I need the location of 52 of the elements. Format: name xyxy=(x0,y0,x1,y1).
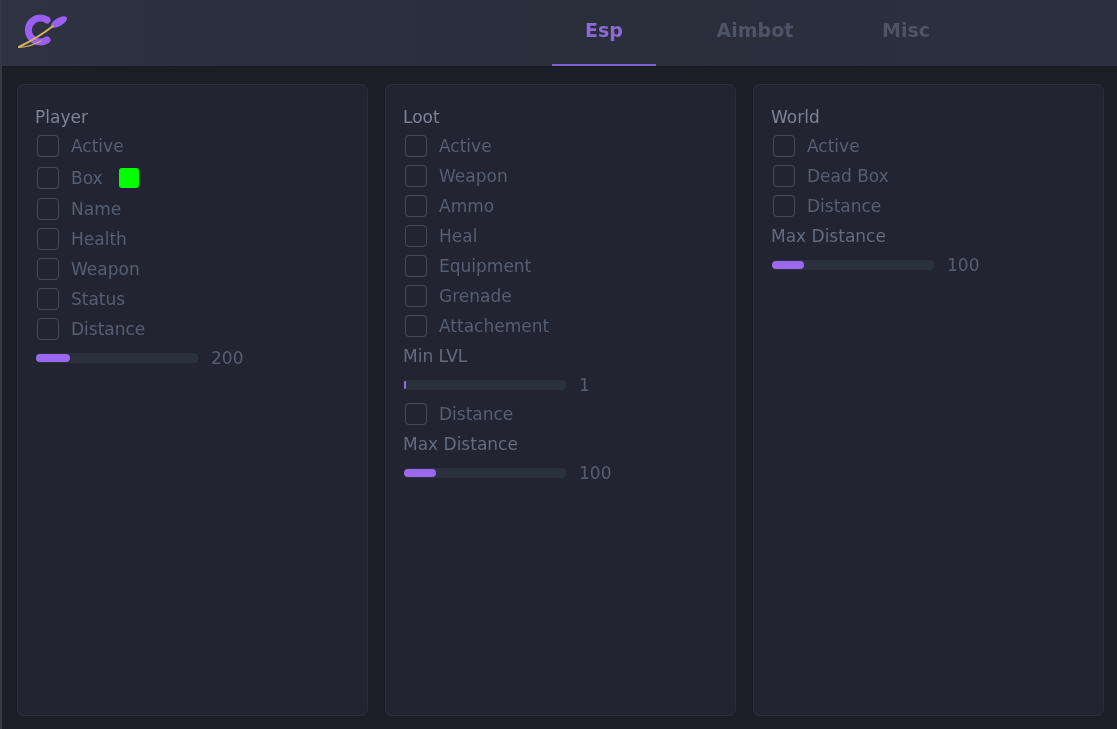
option-label: Weapon xyxy=(71,259,140,279)
option-label: Active xyxy=(807,136,860,156)
checkbox[interactable] xyxy=(405,225,427,247)
checkbox[interactable] xyxy=(773,135,795,157)
checkbox[interactable] xyxy=(405,255,427,277)
option-label: Grenade xyxy=(439,286,512,306)
slider-value: 1 xyxy=(579,375,590,395)
option-label: Name xyxy=(71,199,122,219)
setting-label: Max Distance xyxy=(771,226,886,246)
checkbox[interactable] xyxy=(37,288,59,310)
slider-value: 200 xyxy=(211,348,244,368)
option-label: Ammo xyxy=(439,196,495,216)
checkbox[interactable] xyxy=(37,166,59,189)
option-label: Distance xyxy=(439,404,514,424)
checkbox[interactable] xyxy=(773,165,795,187)
color-swatch-icon[interactable] xyxy=(118,167,139,188)
tab[interactable]: Esp xyxy=(552,0,656,66)
checkbox[interactable] xyxy=(405,285,427,307)
checkbox[interactable] xyxy=(37,258,59,280)
checkbox[interactable] xyxy=(37,135,59,157)
panel-title: Player xyxy=(35,106,88,129)
checkbox[interactable] xyxy=(37,198,59,220)
option-label: Distance xyxy=(71,319,146,339)
checkbox[interactable] xyxy=(37,318,59,340)
checkbox[interactable] xyxy=(405,165,427,187)
checkbox[interactable] xyxy=(405,403,427,425)
panel-title: World xyxy=(771,106,820,129)
option-label: Weapon xyxy=(439,166,508,186)
option-label: Equipment xyxy=(439,256,532,276)
option-label: Health xyxy=(71,229,127,249)
slider-track[interactable] xyxy=(404,468,566,478)
option-label: Attachement xyxy=(439,316,550,336)
slider-value: 100 xyxy=(947,255,980,275)
option-label: Heal xyxy=(439,226,478,246)
checkbox[interactable] xyxy=(773,195,795,217)
option-label: Active xyxy=(71,136,124,156)
checkbox[interactable] xyxy=(405,195,427,217)
slider-track[interactable] xyxy=(36,353,198,363)
option-label: Box xyxy=(71,167,103,188)
setting-label: Max Distance xyxy=(403,434,518,454)
slider-track[interactable] xyxy=(404,380,566,390)
option-label: Active xyxy=(439,136,492,156)
checkbox[interactable] xyxy=(405,315,427,337)
panel-title: Loot xyxy=(403,106,440,129)
option-label: Status xyxy=(71,289,126,309)
checkbox[interactable] xyxy=(37,228,59,250)
option-label: Dead Box xyxy=(807,166,889,186)
setting-label: Min LVL xyxy=(403,346,468,366)
slider-track[interactable] xyxy=(772,260,934,270)
checkbox[interactable] xyxy=(405,135,427,157)
option-label: Distance xyxy=(807,196,882,216)
slider-value: 100 xyxy=(579,463,612,483)
